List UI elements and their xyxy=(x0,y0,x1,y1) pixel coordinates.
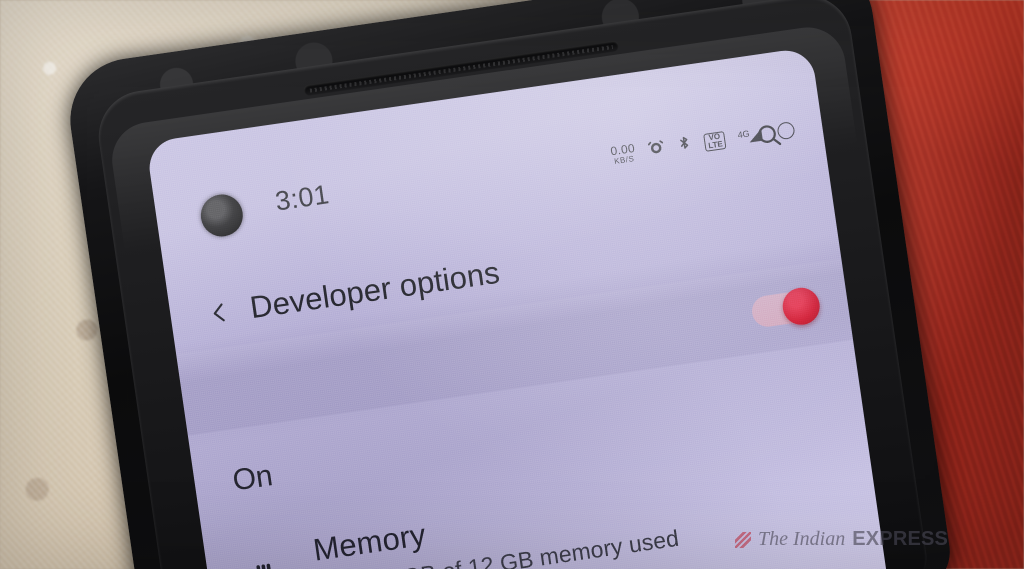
network-speed-icon: 0.00 KB/S xyxy=(610,141,637,166)
watermark-express: EXPRESS xyxy=(852,528,949,550)
memory-chip-icon xyxy=(241,557,291,569)
bluetooth-icon xyxy=(676,133,693,158)
screenshot-scene: 0.00 KB/S VO LTE 4G 3:01 Developer optio… xyxy=(0,0,1024,569)
back-button[interactable] xyxy=(200,294,239,333)
volte-line2: LTE xyxy=(707,138,724,150)
volte-icon: VO LTE xyxy=(703,130,727,152)
watermark: The Indian EXPRESS xyxy=(735,528,948,551)
phone-device: 0.00 KB/S VO LTE 4G 3:01 Developer optio… xyxy=(62,0,956,569)
developer-options-switch[interactable] xyxy=(749,284,823,329)
express-logo-icon xyxy=(735,531,751,548)
watermark-the-indian: The Indian xyxy=(758,528,846,550)
network-speed-unit: KB/S xyxy=(613,154,635,166)
alarm-clock-icon xyxy=(647,137,667,161)
toggle-state-label: On xyxy=(230,459,275,498)
search-icon[interactable] xyxy=(746,113,791,158)
